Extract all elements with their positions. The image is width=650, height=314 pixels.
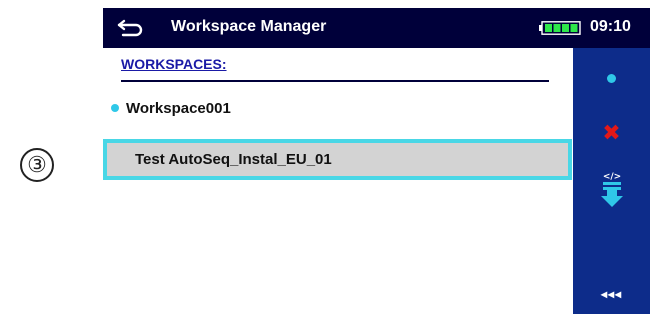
import-download-icon: </> — [600, 172, 623, 207]
battery-icon — [539, 21, 581, 35]
more-options-icon: ◂◂◂ — [600, 287, 623, 301]
active-workspace-dot-icon — [111, 104, 119, 112]
clock: 09:10 — [590, 18, 631, 35]
back-arrow-icon[interactable] — [117, 17, 143, 39]
workspace-item-selected[interactable]: Test AutoSeq_Instal_EU_01 — [103, 139, 572, 180]
open-dot-icon — [607, 73, 616, 83]
workspace-item-label: Test AutoSeq_Instal_EU_01 — [135, 151, 332, 168]
workspaces-header-label: WORKSPACES: — [121, 56, 227, 72]
step-marker: ③ — [20, 148, 54, 182]
device-screen: Workspace Manager 09:10 WORKSPACES: Work… — [103, 8, 650, 314]
svg-text:</>: </> — [602, 172, 620, 182]
delete-x-icon: ✖ — [602, 120, 621, 146]
open-workspace-button[interactable] — [573, 48, 650, 108]
workspaces-header: WORKSPACES: — [121, 56, 549, 82]
workspace-item-active[interactable]: Workspace001 — [103, 92, 563, 124]
import-workspace-button[interactable]: </> — [573, 158, 650, 218]
page-title: Workspace Manager — [171, 18, 327, 35]
delete-workspace-button[interactable]: ✖ — [573, 108, 650, 158]
more-options-button[interactable]: ◂◂◂ — [573, 274, 650, 314]
title-bar: Workspace Manager 09:10 — [103, 8, 650, 48]
workspace-item-label: Workspace001 — [126, 99, 231, 117]
action-sidebar: ✖ </> ◂◂◂ — [573, 48, 650, 314]
